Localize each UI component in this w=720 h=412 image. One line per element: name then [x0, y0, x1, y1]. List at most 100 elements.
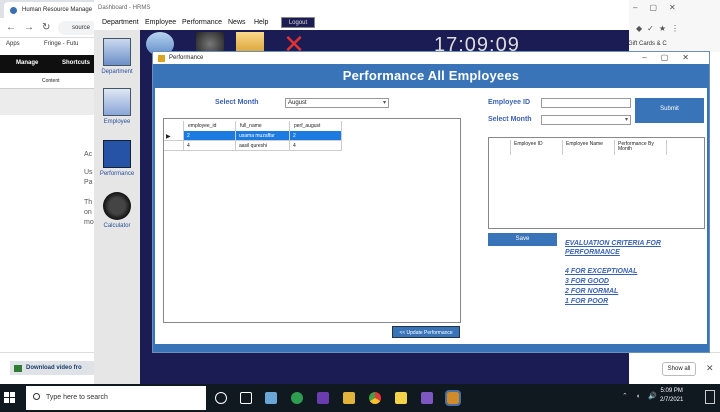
taskbar-search-input[interactable]: Type here to search: [26, 386, 206, 410]
dashboard-sidebar: Department Employee Performance Calculat…: [94, 30, 140, 384]
criteria-item: 4 FOR EXCEPTIONAL: [565, 268, 638, 275]
column-header[interactable]: employee_id: [184, 121, 236, 131]
menu-employee[interactable]: Employee: [145, 19, 176, 26]
employee-performance-grid[interactable]: Employee ID Employee Name Performance By…: [488, 137, 705, 229]
menu-department[interactable]: Department: [102, 19, 139, 26]
page-banner: [0, 89, 100, 115]
sidebar-item-department[interactable]: Department: [96, 34, 138, 82]
monitor-icon: [103, 88, 131, 116]
dashboard-title: Dashboard - HRMS: [98, 5, 151, 11]
whatsapp-icon[interactable]: [291, 392, 303, 404]
menu-help[interactable]: Help: [254, 19, 268, 26]
row-header-cell[interactable]: [164, 131, 184, 141]
dashboard-menubar: Department Employee Performance News Hel…: [94, 16, 629, 30]
pen-icon: [103, 140, 131, 168]
computer-icon: [103, 38, 131, 66]
hrms-app-icon[interactable]: [445, 390, 461, 406]
reload-icon[interactable]: ↻: [42, 22, 50, 33]
apps-bookmark[interactable]: Apps: [6, 41, 20, 47]
chevron-down-icon: ▾: [382, 100, 386, 106]
cortana-icon[interactable]: [215, 392, 227, 404]
sidebar-item-employee[interactable]: Employee: [96, 84, 138, 132]
column-header[interactable]: Employee ID: [511, 140, 563, 155]
criteria-title: EVALUATION CRITERIA FOR PERFORMANCE: [565, 240, 661, 256]
file-explorer-icon[interactable]: [343, 392, 355, 404]
window-controls[interactable]: –▢✕: [642, 53, 703, 62]
row-header-cell[interactable]: [164, 141, 184, 151]
select-month2-label: Select Month: [488, 116, 532, 123]
page-title: Performance All Employees: [342, 68, 520, 83]
clock-icon: [103, 192, 131, 220]
column-header[interactable]: perf_august: [290, 121, 342, 131]
app-icon[interactable]: [317, 392, 329, 404]
menu-news[interactable]: News: [228, 19, 246, 26]
table-cell[interactable]: usama muzaffar: [236, 131, 290, 141]
update-performance-button[interactable]: << Update Performance: [392, 326, 460, 338]
chrome-icon[interactable]: [369, 392, 381, 404]
table-cell[interactable]: 4: [184, 141, 236, 151]
windows-start-icon[interactable]: [4, 392, 16, 404]
table-cell[interactable]: 4: [290, 141, 342, 151]
bookmarks-bar: Apps Fringe - Futu: [0, 38, 100, 52]
sidebar-item-calculator[interactable]: Calculator: [96, 188, 138, 236]
close-icon[interactable]: ✕: [706, 363, 714, 374]
app-icon[interactable]: [265, 392, 277, 404]
criteria-item: 3 FOR GOOD: [565, 278, 609, 285]
performance-grid[interactable]: employee_id full_name perf_august ▶ 2 us…: [163, 118, 461, 323]
admin-subbar: Content: [0, 73, 100, 89]
download-item[interactable]: Download video fro: [10, 361, 96, 375]
performance-titlebar: Performance –▢✕: [153, 52, 709, 64]
select-month2-dropdown[interactable]: ▾: [541, 115, 631, 125]
performance-body: Select Month August ▾ Employee ID Select …: [155, 88, 707, 344]
admin-toolbar: Manage Shortcuts: [0, 55, 100, 73]
select-month-dropdown[interactable]: August ▾: [285, 98, 389, 108]
sidebar-item-performance[interactable]: Performance: [96, 136, 138, 184]
taskbar: Type here to search ⌃ ◖ 🔊 5:09 PM 2/7/20…: [0, 384, 720, 412]
system-tray[interactable]: ⌃ ◖ 🔊: [622, 392, 660, 400]
table-cell[interactable]: 2: [184, 131, 236, 141]
task-view-icon[interactable]: [240, 392, 252, 404]
visual-studio-icon[interactable]: [421, 392, 433, 404]
table-cell[interactable]: 2: [290, 131, 342, 141]
save-button[interactable]: Save: [488, 233, 557, 246]
fringe-bookmark[interactable]: Fringe - Futu: [44, 41, 78, 47]
clock-date[interactable]: 5:09 PM 2/7/2021: [660, 387, 683, 405]
menu-performance[interactable]: Performance: [182, 19, 222, 26]
chevron-down-icon: ▾: [624, 117, 628, 123]
extension-icons[interactable]: ◆✓★⋮: [636, 24, 684, 33]
background-page-text: Ac Us Pa Th on mo: [84, 151, 94, 226]
shortcuts-menu[interactable]: Shortcuts: [62, 60, 90, 66]
table-cell[interactable]: aasil qureshi: [236, 141, 290, 151]
column-header[interactable]: Performance By Month: [615, 140, 667, 155]
app-icon[interactable]: [395, 392, 407, 404]
performance-window-title: Performance: [169, 55, 204, 61]
gift-cards-bookmark[interactable]: Gift Cards & C: [628, 41, 667, 47]
browser-tab[interactable]: Human Resource Manage: [4, 2, 96, 18]
row-header-cell: [489, 140, 511, 155]
select-month-label: Select Month: [215, 99, 259, 106]
performance-window: Performance –▢✕ Performance All Employee…: [152, 51, 710, 353]
criteria-item: 1 FOR POOR: [565, 298, 609, 305]
logout-button[interactable]: Logout: [281, 17, 315, 28]
browser-window-controls[interactable]: –▢✕: [633, 3, 688, 12]
address-bar[interactable]: source: [58, 21, 98, 35]
search-icon: [33, 393, 40, 400]
column-header[interactable]: Employee Name: [563, 140, 615, 155]
row-header-cell: [164, 121, 184, 131]
criteria-item: 2 FOR NORMAL: [565, 288, 619, 295]
manage-menu[interactable]: Manage: [16, 60, 38, 66]
submit-button[interactable]: Submit: [635, 98, 704, 123]
browser-tab-title: Human Resource Manage: [22, 7, 93, 13]
forward-icon[interactable]: →: [24, 22, 34, 33]
dashboard-titlebar: Dashboard - HRMS: [94, 0, 629, 16]
employee-id-label: Employee ID: [488, 99, 531, 106]
form-icon: [158, 55, 165, 62]
favicon-icon: [10, 7, 17, 14]
file-icon: [14, 365, 22, 372]
content-link[interactable]: Content: [42, 78, 60, 84]
back-icon[interactable]: ←: [6, 22, 16, 33]
column-header[interactable]: full_name: [236, 121, 290, 131]
show-all-button[interactable]: Show all: [662, 362, 696, 376]
notification-icon[interactable]: [705, 390, 715, 404]
employee-id-field[interactable]: [541, 98, 631, 108]
